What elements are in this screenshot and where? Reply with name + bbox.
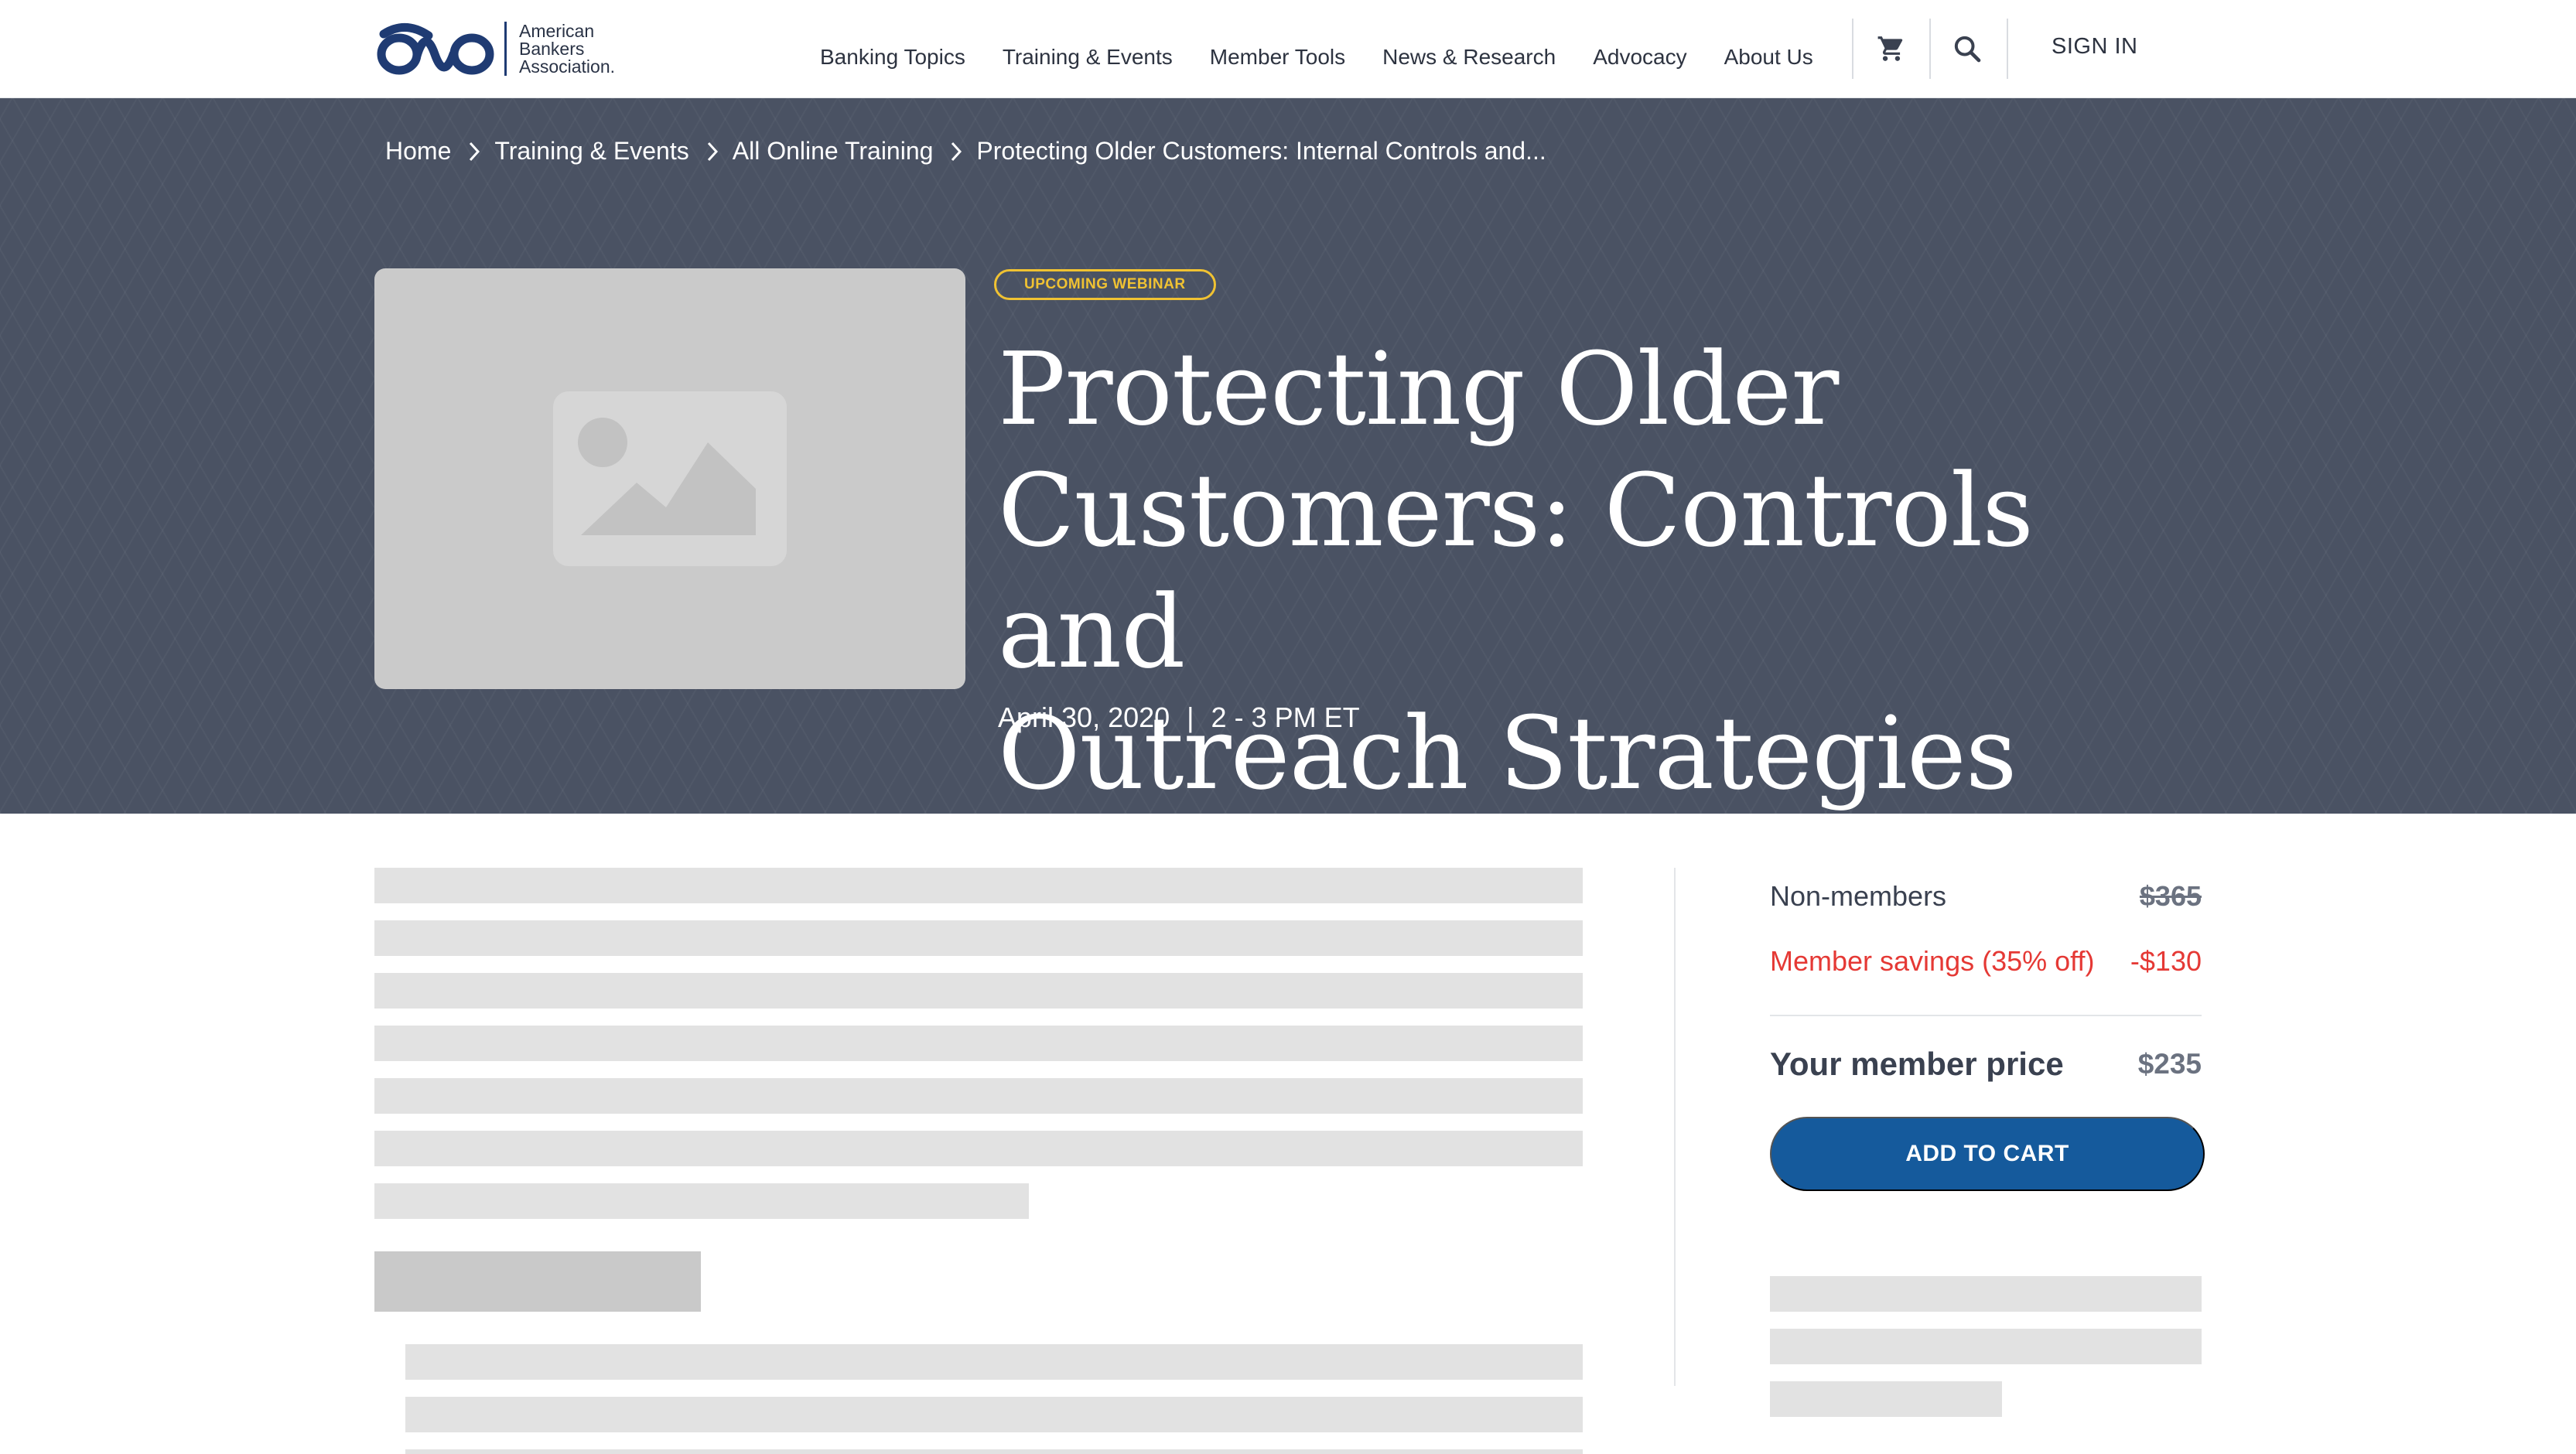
logo-wordmark: American Bankers Association. bbox=[519, 22, 615, 76]
nav-about-us[interactable]: About Us bbox=[1724, 45, 1813, 70]
skeleton-line bbox=[374, 973, 1583, 1009]
page-title: Protecting Older Customers: Controls and… bbox=[998, 329, 2205, 814]
webinar-thumbnail bbox=[374, 268, 965, 689]
logo-line-1: American bbox=[519, 20, 595, 41]
event-date: April 30, 2020 bbox=[998, 701, 1170, 733]
skeleton-line bbox=[405, 1449, 1583, 1454]
chevron-right-icon bbox=[950, 141, 962, 162]
savings-label: Member savings (35% off) bbox=[1770, 945, 2095, 977]
nav-advocacy[interactable]: Advocacy bbox=[1593, 45, 1686, 70]
sign-in-link[interactable]: SIGN IN bbox=[2052, 34, 2137, 60]
skeleton-line bbox=[374, 1026, 1583, 1061]
date-separator: | bbox=[1187, 701, 1194, 733]
status-badge: UPCOMING WEBINAR bbox=[994, 269, 1216, 300]
breadcrumb-all-online-training[interactable]: All Online Training bbox=[733, 137, 934, 166]
chevron-right-icon bbox=[468, 141, 480, 162]
nav-member-tools[interactable]: Member Tools bbox=[1210, 45, 1345, 70]
nonmember-price-row: Non-members $365 bbox=[1770, 880, 2202, 913]
member-price-label: Your member price bbox=[1770, 1046, 2064, 1082]
member-savings-row: Member savings (35% off) -$130 bbox=[1770, 945, 2202, 978]
image-placeholder-icon bbox=[553, 391, 787, 566]
skeleton-heading bbox=[374, 1251, 701, 1312]
logo-divider bbox=[504, 22, 507, 76]
nonmember-price: $365 bbox=[2139, 880, 2202, 912]
aba-logo[interactable]: American Bankers Association. bbox=[374, 19, 615, 79]
header-divider bbox=[2007, 19, 2008, 79]
chevron-right-icon bbox=[706, 141, 719, 162]
member-price: $235 bbox=[2137, 1048, 2202, 1080]
skeleton-line bbox=[374, 868, 1583, 903]
event-datetime: April 30, 2020 | 2 - 3 PM ET bbox=[998, 701, 1360, 734]
skeleton-line bbox=[374, 1131, 1583, 1166]
hero-banner: Home Training & Events All Online Traini… bbox=[0, 98, 2576, 814]
skeleton-line bbox=[1770, 1329, 2202, 1364]
member-price-row: Your member price $235 bbox=[1770, 1046, 2202, 1083]
site-header: American Bankers Association. Banking To… bbox=[0, 0, 2576, 98]
skeleton-line bbox=[374, 1078, 1583, 1114]
breadcrumb-home[interactable]: Home bbox=[385, 137, 451, 166]
main-nav: Banking Topics Training & Events Member … bbox=[820, 0, 1813, 98]
add-to-cart-button[interactable]: ADD TO CART bbox=[1770, 1117, 2205, 1191]
skeleton-line bbox=[405, 1344, 1583, 1380]
breadcrumb-current: Protecting Older Customers: Internal Con… bbox=[976, 137, 1546, 165]
price-divider bbox=[1770, 1015, 2202, 1016]
column-divider bbox=[1674, 868, 1676, 1386]
nav-training-events[interactable]: Training & Events bbox=[1003, 45, 1173, 70]
header-divider bbox=[1929, 19, 1931, 79]
savings-amount: -$130 bbox=[2130, 945, 2202, 977]
title-line: Customers: Controls and bbox=[998, 452, 2034, 691]
title-line: Protecting Older bbox=[998, 330, 1839, 448]
skeleton-line bbox=[1770, 1276, 2202, 1312]
aba-logo-mark-icon bbox=[377, 23, 494, 75]
logo-line-3: Association. bbox=[519, 56, 616, 77]
logo-line-2: Bankers bbox=[519, 38, 585, 59]
skeleton-line bbox=[405, 1397, 1583, 1432]
nonmember-label: Non-members bbox=[1770, 880, 1947, 912]
cart-icon[interactable] bbox=[1874, 31, 1909, 67]
breadcrumb-training-events[interactable]: Training & Events bbox=[494, 137, 688, 166]
header-divider bbox=[1852, 19, 1853, 79]
skeleton-line bbox=[374, 920, 1583, 956]
nav-news-research[interactable]: News & Research bbox=[1382, 45, 1556, 70]
search-icon[interactable] bbox=[1949, 31, 1985, 67]
skeleton-line bbox=[374, 1183, 1029, 1219]
event-time: 2 - 3 PM ET bbox=[1211, 701, 1360, 733]
breadcrumb: Home Training & Events All Online Traini… bbox=[385, 137, 1546, 166]
nav-banking-topics[interactable]: Banking Topics bbox=[820, 45, 965, 70]
skeleton-line bbox=[1770, 1381, 2002, 1417]
